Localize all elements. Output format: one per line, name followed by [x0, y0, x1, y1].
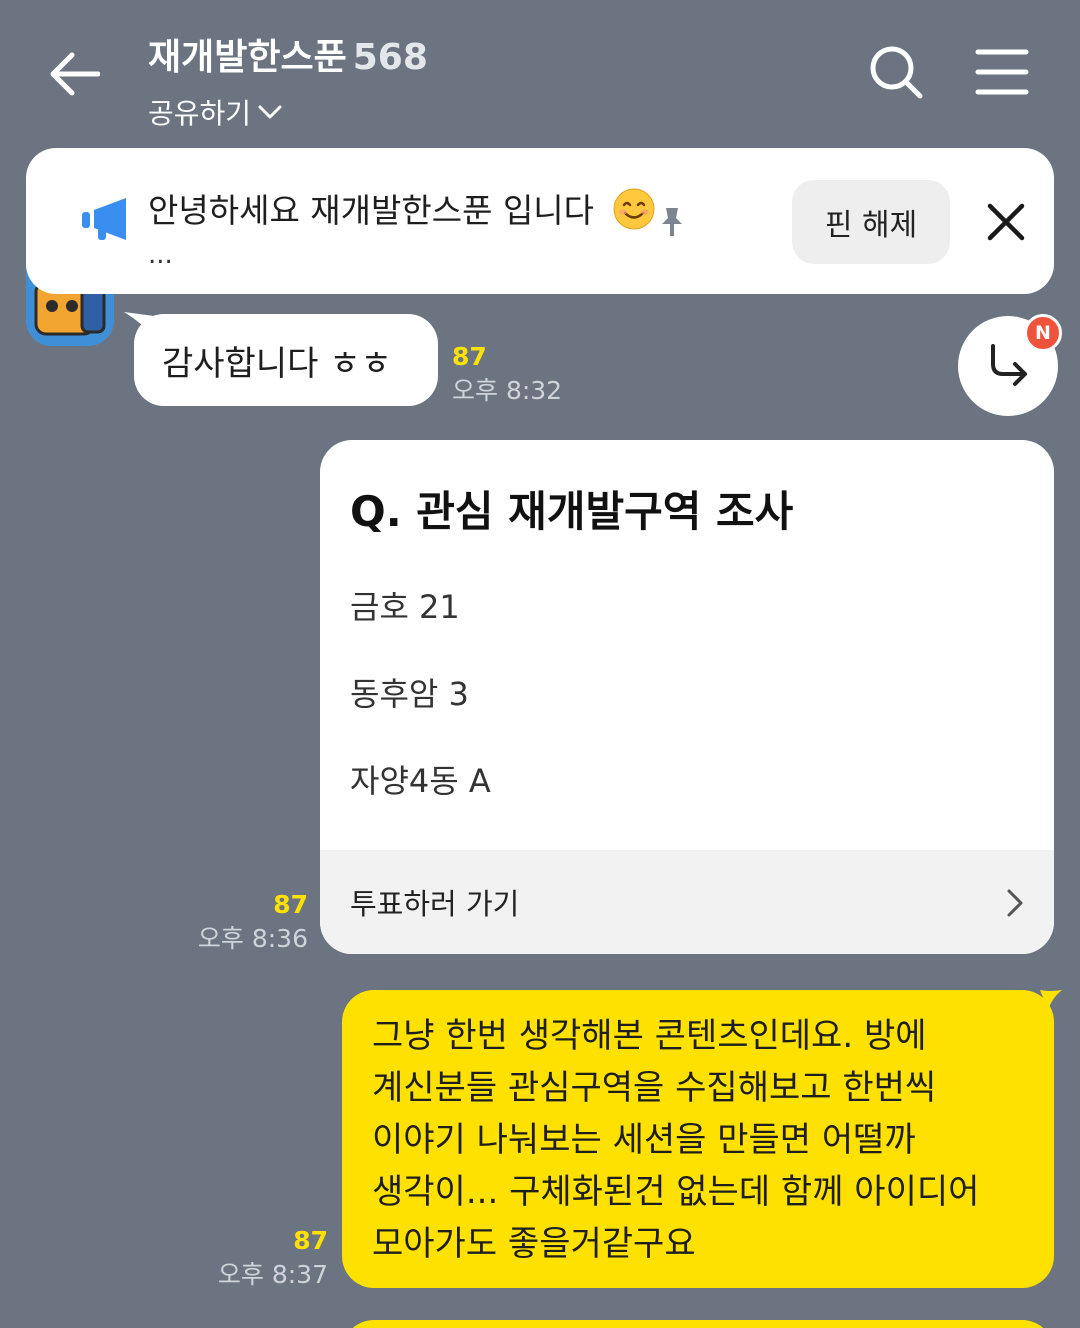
notice-text: 안녕하세요 재개발한스푼 입니다 [148, 184, 655, 238]
message-meta: 87 오후 8:32 [452, 340, 562, 408]
menu-icon [975, 49, 1029, 95]
message-line: 생각이... 구체화된건 없는데 함께 아이디어 [372, 1172, 980, 1212]
poll-meta: 87 오후 8:36 [180, 888, 308, 956]
search-button[interactable] [864, 40, 928, 104]
poll-option: 자양4동 A [350, 762, 491, 800]
pin-icon [662, 208, 682, 236]
poll-title: Q. 관심 재개발구역 조사 [350, 487, 794, 536]
chevron-down-icon [258, 105, 282, 119]
message-time: 오후 8:32 [452, 376, 563, 405]
poll-card[interactable]: Q. 관심 재개발구역 조사 금호 21 동후암 3 자양4동 A 투표하러 가… [320, 440, 1054, 954]
unpin-button[interactable]: 핀 해제 [792, 180, 950, 264]
go-vote-label: 투표하러 가기 [350, 887, 520, 921]
message-bubble-sent-partial[interactable] [342, 1320, 1054, 1328]
message-line: 계신분들 관심구역을 수집해보고 한번씩 [372, 1068, 937, 1108]
message-time: 오후 8:37 [217, 1260, 328, 1289]
message-text: 감사합니다 ㅎㅎ [162, 343, 392, 384]
unread-count: 87 [293, 1226, 328, 1255]
go-vote-button[interactable]: 투표하러 가기 [320, 850, 1054, 954]
message-line: 모아가도 좋을거같구요 [372, 1224, 696, 1264]
notice-message: 안녕하세요 재개발한스푼 입니다 [148, 191, 595, 230]
room-title: 재개발한스푼 568 [148, 28, 428, 80]
share-label: 공유하기 [148, 97, 252, 130]
message-bubble-received[interactable]: 감사합니다 ㅎㅎ [134, 314, 438, 406]
message-time: 오후 8:36 [197, 924, 308, 953]
message-line: 이야기 나눠보는 세션을 만들면 어떨까 [372, 1120, 916, 1160]
message-meta: 87 오후 8:37 [200, 1224, 328, 1292]
share-button[interactable]: 공유하기 [148, 92, 428, 132]
poll-option: 금호 21 [350, 588, 460, 626]
back-button[interactable] [40, 40, 108, 108]
megaphone-icon [82, 198, 126, 240]
notice-ellipsis: ... [148, 240, 173, 270]
member-count: 568 [352, 37, 428, 78]
unread-count: 87 [273, 890, 308, 919]
room-name: 재개발한스푼 [148, 37, 347, 78]
new-badge: N [1024, 314, 1062, 352]
title-area[interactable]: 재개발한스푼 568 공유하기 [148, 28, 428, 132]
chat-header: 재개발한스푼 568 공유하기 [0, 0, 1080, 140]
reply-arrow-icon [991, 344, 1027, 386]
unread-count: 87 [452, 342, 487, 371]
back-arrow-icon [50, 52, 100, 96]
close-icon[interactable] [982, 198, 1030, 246]
chevron-right-icon [1007, 889, 1023, 917]
bubble-tail [1040, 990, 1062, 1010]
message-line: 그냥 한번 생각해본 콘텐츠인데요. 방에 [372, 1016, 927, 1056]
menu-button[interactable] [972, 44, 1032, 100]
poll-option: 동후암 3 [350, 675, 469, 713]
smile-emoji-icon [613, 188, 655, 238]
pinned-notice[interactable]: 안녕하세요 재개발한스푼 입니다 ... 핀 해제 [26, 148, 1054, 294]
message-bubble-sent[interactable]: 그냥 한번 생각해본 콘텐츠인데요. 방에 계신분들 관심구역을 수집해보고 한… [342, 990, 1054, 1288]
search-icon [870, 46, 923, 99]
